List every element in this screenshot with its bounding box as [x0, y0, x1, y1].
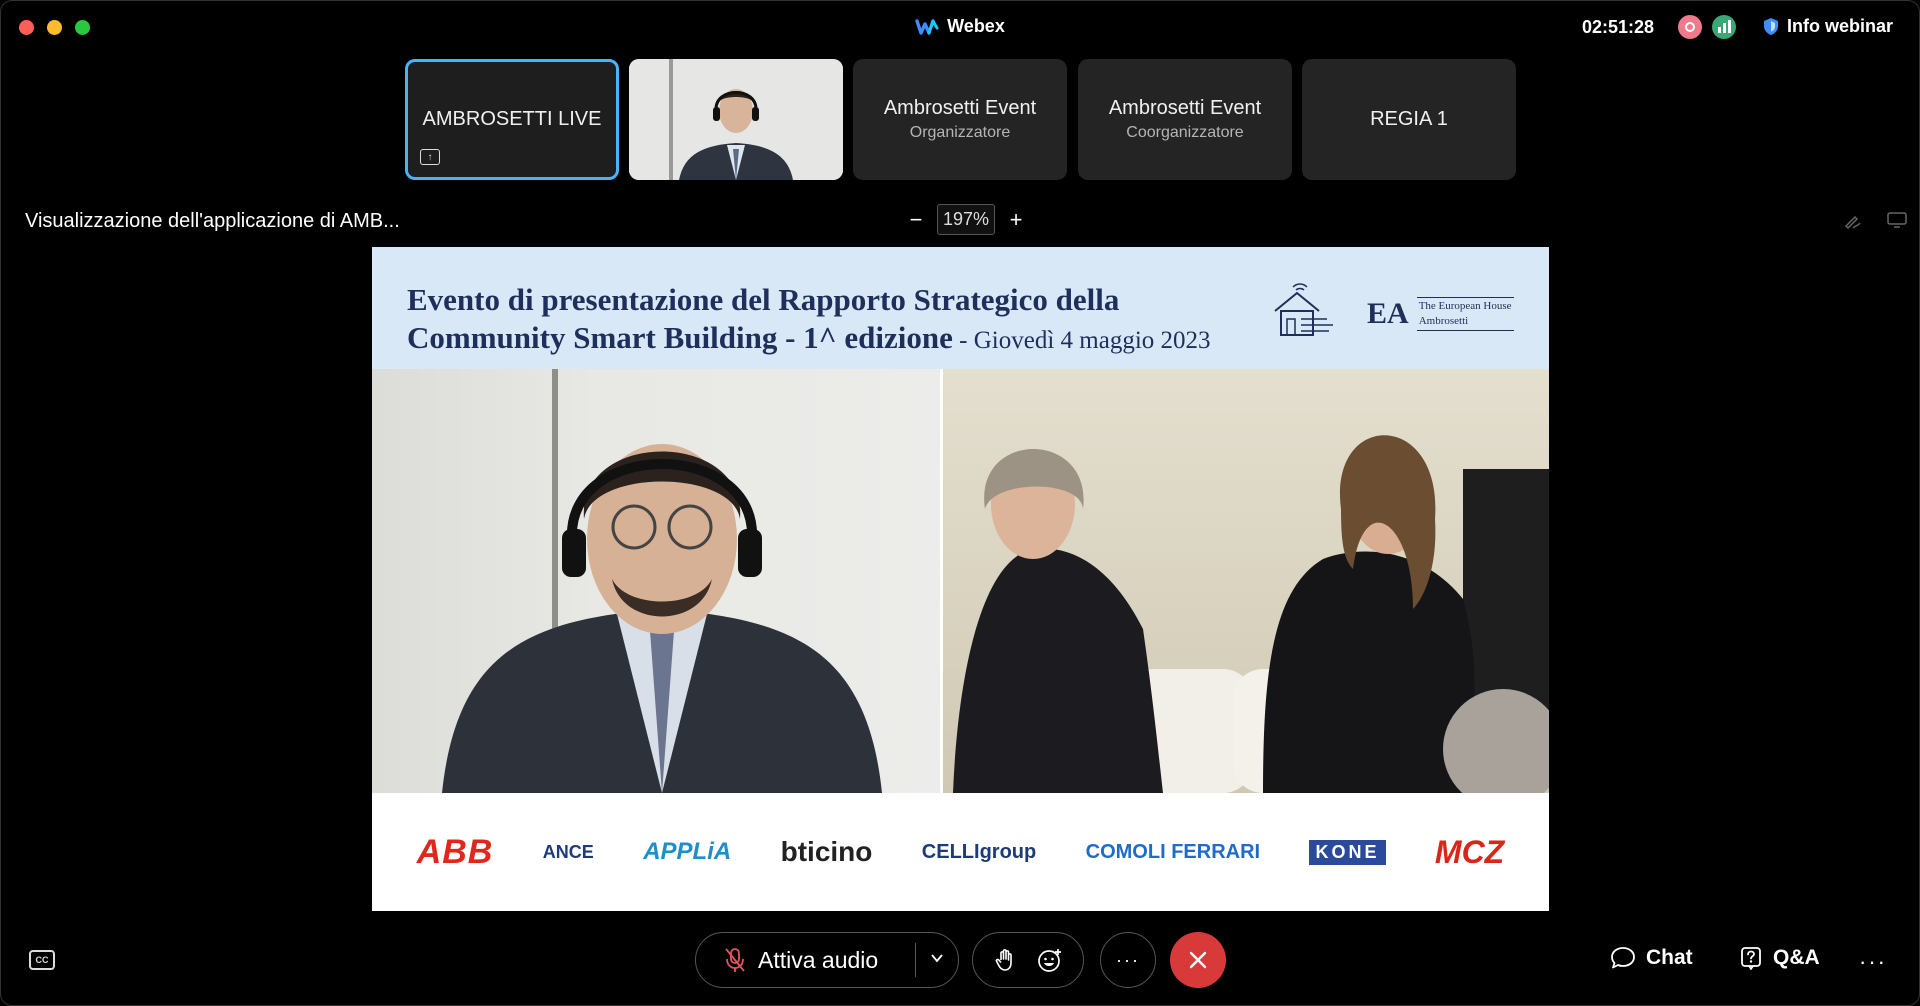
- zoom-controls: − 197% +: [905, 204, 1027, 235]
- closed-captions-icon[interactable]: CC: [29, 950, 55, 970]
- chat-label: Chat: [1646, 946, 1693, 969]
- chevron-down-icon[interactable]: [930, 951, 944, 965]
- smart-building-logo-icon: [1274, 283, 1333, 336]
- zoom-in-button[interactable]: +: [1005, 207, 1027, 233]
- participant-video-feed: [629, 59, 843, 180]
- zoom-out-button[interactable]: −: [905, 207, 927, 233]
- slide-date: - Giovedì 4 maggio 2023: [952, 327, 1211, 354]
- zoom-level[interactable]: 197%: [937, 204, 996, 235]
- participant-video-tile[interactable]: [629, 59, 843, 180]
- participant-name: REGIA 1: [1370, 108, 1448, 130]
- slide-banner: Evento di presentazione del Rapporto Str…: [372, 247, 1549, 369]
- microphone-muted-icon: [725, 948, 745, 972]
- overflow-menu-button[interactable]: ···: [1859, 949, 1887, 975]
- sponsor-logo: ABB: [416, 832, 494, 871]
- network-stats-icon[interactable]: [1712, 15, 1736, 39]
- webex-window: Webex 02:51:28 Info webinar AMBROSETTI L…: [0, 0, 1920, 1006]
- slide-title-line1: Evento di presentazione del Rapporto Str…: [407, 282, 1120, 317]
- sponsor-logo: bticino: [780, 836, 873, 867]
- meeting-clock: 02:51:28: [1582, 17, 1655, 37]
- participant-name: AMBROSETTI LIVE: [422, 108, 602, 130]
- unmute-audio-button[interactable]: Attiva audio: [695, 932, 959, 988]
- info-webinar-button[interactable]: Info webinar: [1763, 16, 1893, 37]
- slide-title: Evento di presentazione del Rapporto Str…: [407, 281, 1211, 360]
- slide-title-line2: Community Smart Building - 1^ edizione: [407, 320, 953, 355]
- app-title-text: Webex: [947, 16, 1005, 36]
- close-icon: [1189, 951, 1207, 969]
- participant-name: Ambrosetti Event: [883, 97, 1037, 119]
- shared-screen: Evento di presentazione del Rapporto Str…: [372, 247, 1549, 911]
- sponsor-logo: APPLiA: [643, 838, 732, 865]
- ambrosetti-logo: EA The European House Ambrosetti: [1367, 297, 1514, 331]
- sponsor-logos: ABB ANCE APPLiA bticino CELLIgroup COMOL…: [372, 793, 1549, 911]
- participant-name: Ambrosetti Event: [1108, 97, 1262, 119]
- webex-logo-icon: [915, 18, 939, 35]
- annotate-icon[interactable]: [1843, 211, 1863, 231]
- speaker-video-left: [372, 369, 940, 793]
- info-webinar-label: Info webinar: [1787, 16, 1894, 36]
- shield-icon: [1764, 18, 1778, 35]
- sponsor-logo: COMOLI FERRARI: [1085, 840, 1261, 863]
- participant-tile-organizzatore[interactable]: Ambrosetti Event Organizzatore: [853, 59, 1067, 180]
- qa-label: Q&A: [1773, 946, 1820, 969]
- share-label: Visualizzazione dell'applicazione di AMB…: [25, 210, 400, 232]
- reaction-emoji-icon[interactable]: [1037, 947, 1063, 973]
- ambrosetti-logo-line2: Ambrosetti: [1418, 315, 1469, 327]
- recording-icon[interactable]: [1678, 15, 1702, 39]
- sponsor-logo: MCZ: [1434, 833, 1505, 870]
- unmute-audio-label: Attiva audio: [758, 946, 879, 973]
- question-icon: [1741, 947, 1761, 970]
- participant-tile-coorganizzatore[interactable]: Ambrosetti Event Coorganizzatore: [1078, 59, 1292, 180]
- raise-hand-icon[interactable]: [994, 948, 1016, 972]
- chat-button[interactable]: Chat: [1610, 946, 1693, 970]
- participant-tile-regia[interactable]: REGIA 1: [1302, 59, 1516, 180]
- ambrosetti-logo-mark: EA: [1367, 297, 1409, 330]
- ambrosetti-logo-line1: The European House: [1418, 300, 1512, 312]
- participant-role: Coorganizzatore: [1126, 124, 1244, 141]
- panel-video-right: [943, 369, 1549, 809]
- sponsor-logo: ANCE: [542, 841, 594, 862]
- leave-meeting-button[interactable]: [1170, 932, 1226, 988]
- more-options-button[interactable]: ···: [1100, 932, 1156, 988]
- participant-role: Organizzatore: [909, 124, 1011, 141]
- screen-view-icon[interactable]: [1887, 211, 1907, 229]
- sponsor-logo: CELLIgroup: [921, 840, 1037, 863]
- participant-tile-ambrosetti-live[interactable]: AMBROSETTI LIVE ↑: [405, 59, 619, 180]
- chat-bubble-icon: [1611, 947, 1635, 969]
- reactions-group: [972, 932, 1084, 988]
- screen-share-icon: ↑: [420, 149, 440, 165]
- qa-button[interactable]: Q&A: [1739, 946, 1820, 970]
- sponsor-logo: KONE: [1309, 839, 1386, 865]
